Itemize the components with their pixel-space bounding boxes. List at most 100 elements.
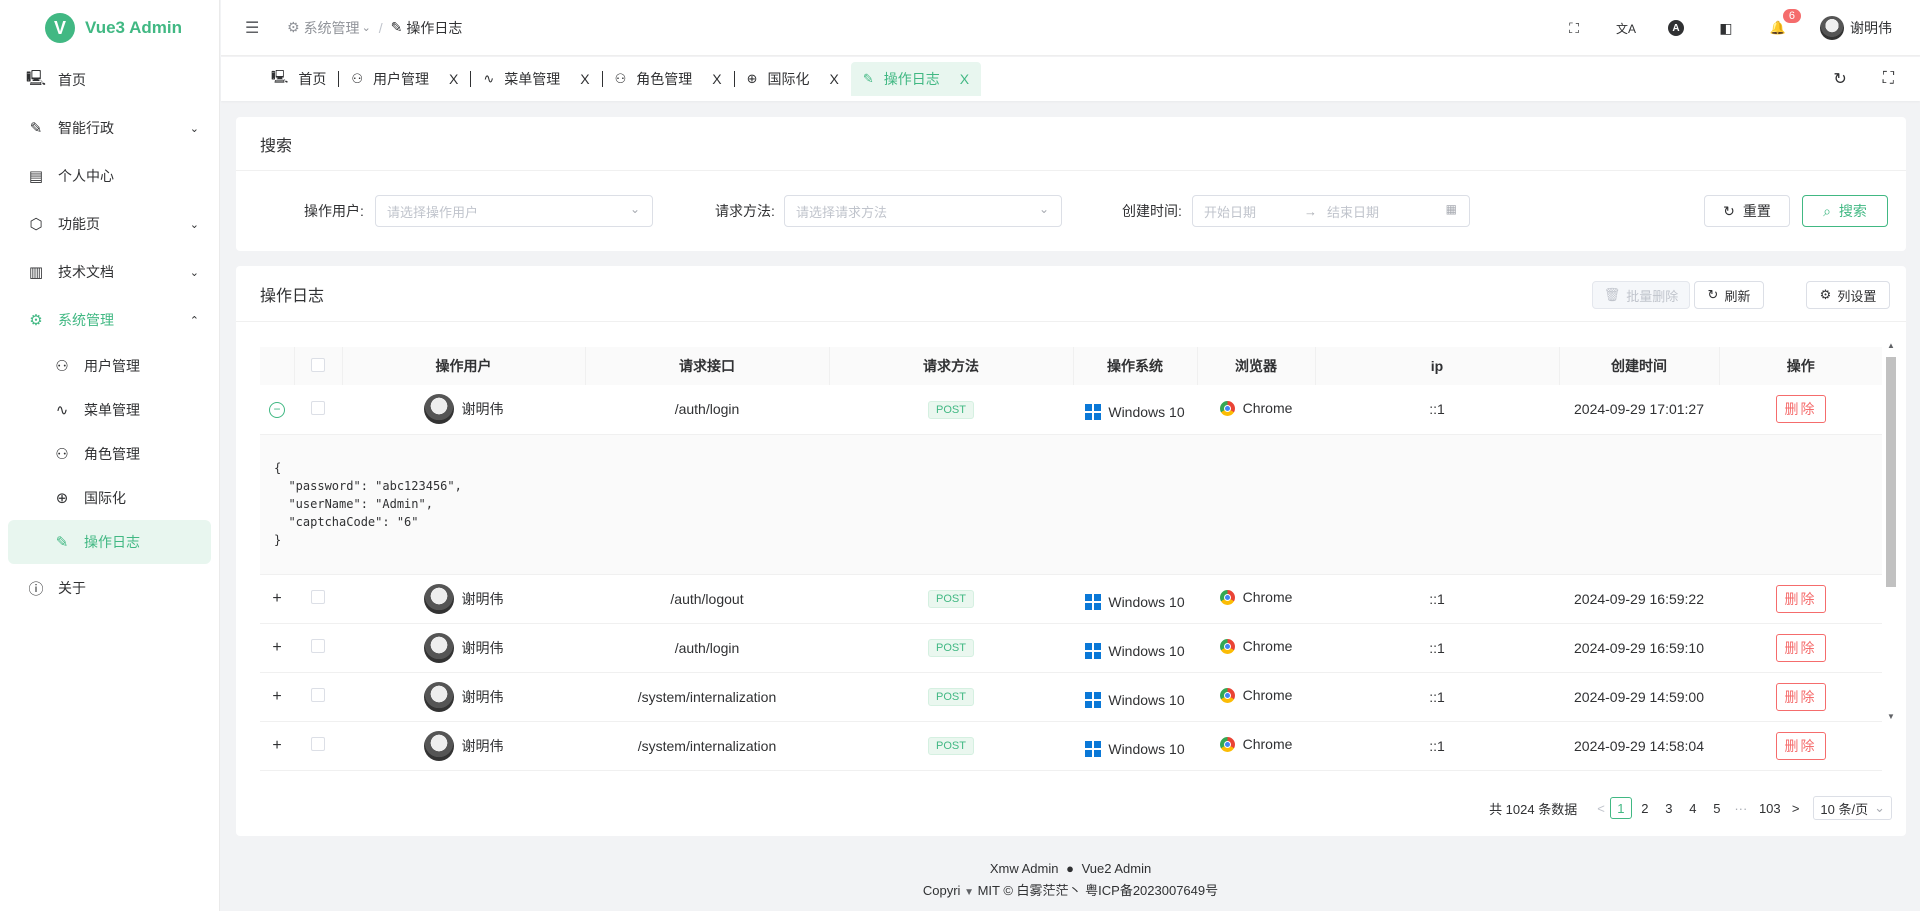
col-os: 操作系统: [1073, 347, 1198, 385]
page-3[interactable]: 3: [1658, 797, 1680, 819]
delete-button[interactable]: 删除: [1775, 584, 1826, 613]
sidebar-item-label: 关于: [58, 580, 86, 596]
table-scrollbar[interactable]: ▲ ▼: [1886, 341, 1896, 721]
sidebar-item-administration[interactable]: ✎ 智能行政 ⌄: [0, 104, 219, 152]
prev-page-button[interactable]: <: [1597, 801, 1605, 816]
fullscreen-icon[interactable]: ⛶: [1564, 18, 1584, 38]
fullscreen-icon[interactable]: ⛶: [1883, 70, 1894, 88]
col-select-all[interactable]: [294, 347, 343, 385]
refresh-button[interactable]: ↻ 刷新: [1694, 281, 1764, 309]
sidebar-item-home[interactable]: 🖳 首页: [0, 56, 219, 104]
sidebar-item-system[interactable]: ⚙ 系统管理 ⌃: [0, 296, 219, 344]
page-size-value: 10 条/页: [1820, 801, 1869, 817]
footer-link-xmw-admin[interactable]: Xmw Admin: [990, 861, 1059, 876]
delete-button[interactable]: 删除: [1775, 633, 1826, 662]
layout-setting-icon[interactable]: ◧: [1716, 18, 1736, 38]
close-icon[interactable]: X: [960, 71, 969, 87]
request-params-json: { "password": "abc123456", "userName": "…: [274, 461, 462, 547]
page-2[interactable]: 2: [1634, 797, 1656, 819]
col-ip: ip: [1315, 347, 1560, 385]
expand-row-icon[interactable]: +: [272, 737, 281, 754]
tab-menu-management[interactable]: ∿ 菜单管理 X: [471, 62, 601, 96]
pagination: 共 1024 条数据 < 1 2 3 4 5 ··· 103 > 10 条/页 …: [1489, 796, 1892, 820]
sidebar-item-i18n[interactable]: ⊕ 国际化: [8, 476, 211, 520]
page-5[interactable]: 5: [1706, 797, 1728, 819]
breadcrumb-parent[interactable]: 系统管理: [304, 18, 360, 38]
close-icon[interactable]: X: [449, 71, 458, 87]
search-card: 搜索 操作用户: 请求方法: 创建时间:: [236, 117, 1906, 251]
sidebar-item-user-management[interactable]: ⚇ 用户管理: [8, 344, 211, 388]
refresh-icon[interactable]: ↻: [1833, 69, 1846, 89]
cell-method: POST: [829, 385, 1073, 435]
browser-name: Chrome: [1242, 687, 1293, 704]
expand-row-icon[interactable]: +: [272, 688, 281, 705]
scroll-down-icon[interactable]: ▼: [964, 887, 974, 898]
page-4[interactable]: 4: [1682, 797, 1704, 819]
scroll-up-arrow[interactable]: ▲: [1887, 341, 1895, 350]
sidebar-item-about[interactable]: ⓘ 关于: [0, 564, 219, 612]
close-icon[interactable]: X: [712, 71, 721, 87]
page-size-select[interactable]: 10 条/页 ⌄: [1813, 796, 1892, 820]
delete-button[interactable]: 删除: [1775, 395, 1826, 424]
sidebar-item-operation-log[interactable]: ✎ 操作日志: [8, 520, 211, 564]
collapse-row-icon[interactable]: −: [269, 402, 285, 419]
delete-button[interactable]: 删除: [1775, 731, 1826, 760]
row-checkbox[interactable]: [311, 590, 325, 604]
column-settings-button[interactable]: ⚙ 列设置: [1806, 281, 1890, 309]
edit-log-icon: ✎: [390, 19, 403, 35]
tab-role-management[interactable]: ⚇ 角色管理 X: [603, 62, 734, 96]
col-created-time: 创建时间: [1559, 347, 1720, 385]
app-logo[interactable]: V Vue3 Admin: [0, 0, 219, 56]
cell-select: [294, 721, 342, 771]
method-select[interactable]: 请选择请求方法 ⌄: [784, 195, 1062, 227]
notification-bell[interactable]: 🔔 6: [1768, 8, 1802, 38]
scroll-thumb[interactable]: [1886, 357, 1896, 587]
end-date-input[interactable]: 结束日期: [1327, 202, 1379, 221]
page-last[interactable]: 103: [1759, 797, 1781, 819]
sidebar-item-docs[interactable]: ▥ 技术文档 ⌄: [0, 248, 219, 296]
user-select[interactable]: 请选择操作用户 ⌄: [375, 195, 653, 227]
footer-link-vue2-admin[interactable]: Vue2 Admin: [1082, 861, 1152, 876]
sidebar-item-features[interactable]: ⬡ 功能页 ⌄: [0, 200, 219, 248]
batch-delete-button[interactable]: 🗑 批量删除: [1592, 281, 1690, 309]
next-page-button[interactable]: >: [1792, 801, 1800, 816]
select-all-checkbox[interactable]: [311, 357, 325, 372]
close-icon[interactable]: X: [830, 71, 839, 87]
close-icon[interactable]: X: [580, 71, 589, 87]
cell-browser: Chrome: [1197, 574, 1315, 624]
copyright-text: MIT © 白雾茫茫丶 粤ICP备2023007649号: [977, 883, 1219, 898]
collapse-menu-icon[interactable]: ☰: [245, 18, 275, 38]
tab-operation-log[interactable]: ✎ 操作日志 X: [850, 62, 982, 96]
date-range-picker[interactable]: 开始日期 → 结束日期 ▦: [1192, 195, 1470, 227]
cell-method: POST: [829, 721, 1073, 771]
id-card-icon: ▤: [28, 168, 44, 185]
row-checkbox[interactable]: [311, 400, 325, 415]
user-gear-icon: ⚇: [55, 358, 69, 375]
scroll-down-arrow[interactable]: ▼: [1887, 712, 1895, 721]
page-1[interactable]: 1: [1609, 797, 1632, 819]
user-menu[interactable]: 谢明伟: [1820, 16, 1892, 40]
row-checkbox[interactable]: [311, 737, 325, 751]
tab-i18n[interactable]: ⊕ 国际化 X: [735, 62, 851, 96]
col-user: 操作用户: [342, 347, 586, 385]
reset-button[interactable]: ↻ 重置: [1704, 195, 1790, 227]
expand-row-icon[interactable]: +: [272, 590, 281, 607]
tab-home[interactable]: 🖳 首页: [259, 62, 338, 96]
page-ellipsis[interactable]: ···: [1730, 797, 1752, 819]
expand-row-icon[interactable]: +: [272, 639, 281, 656]
cell-expand: +: [260, 672, 294, 722]
sidebar-item-personal-center[interactable]: ▤ 个人中心: [0, 152, 219, 200]
translate-icon[interactable]: 文A: [1616, 18, 1636, 38]
sidebar-item-role-management[interactable]: ⚇ 角色管理: [8, 432, 211, 476]
start-date-input[interactable]: 开始日期: [1204, 202, 1256, 221]
table-row: + 谢明伟 /auth/logout POST Windows 10 Chrom…: [260, 574, 1882, 624]
search-button[interactable]: ⌕ 搜索: [1802, 195, 1888, 227]
delete-button[interactable]: 删除: [1775, 682, 1826, 711]
method-field-label: 请求方法:: [715, 203, 775, 219]
row-checkbox[interactable]: [311, 688, 325, 702]
row-checkbox[interactable]: [311, 639, 325, 653]
tab-user-management[interactable]: ⚇ 用户管理 X: [339, 62, 470, 96]
theme-icon[interactable]: A: [1668, 20, 1684, 36]
sidebar-item-menu-management[interactable]: ∿ 菜单管理: [8, 388, 211, 432]
expanded-row-detail: { "password": "abc123456", "userName": "…: [260, 434, 1882, 575]
